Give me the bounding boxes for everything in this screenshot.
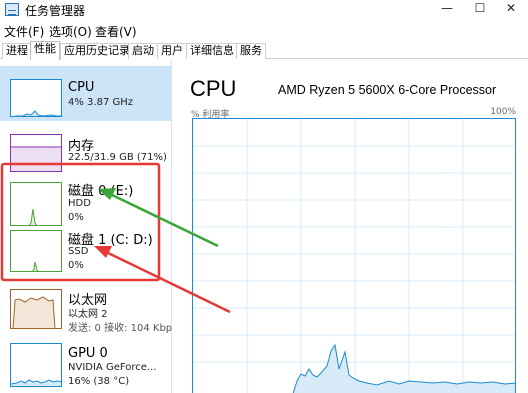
title-bar: 任务管理器 — ☐ ✕ [0,0,528,20]
processor-name: AMD Ryzen 5 5600X 6-Core Processor [278,83,497,97]
minimize-button[interactable]: — [432,0,462,18]
tab-startup[interactable]: 启动 [128,43,158,59]
sidebar-item-title: 磁盘 0 (E:) [68,184,134,199]
sidebar-item-detail: 0% [68,212,84,223]
cpu-utilization-graph [192,118,516,393]
sidebar-item-disk-1[interactable]: 磁盘 1 (C: D:) SSD 0% [0,228,171,286]
menu-bar: 文件(F) 选项(O) 查看(V) [0,21,528,39]
sidebar-item-gpu-0[interactable]: GPU 0 NVIDIA GeForce... 16% (38 °C) [0,338,171,393]
disk-1-thumbnail-graph [10,230,62,272]
utilization-axis-max: 100% [490,107,516,117]
page-title: CPU [190,76,237,101]
maximize-button[interactable]: ☐ [465,0,495,18]
gpu-thumbnail-graph [10,343,62,387]
tab-users[interactable]: 用户 [157,43,187,59]
performance-sidebar: CPU 4% 3.87 GHz 内存 22.5/31.9 GB (71%) 磁盘… [0,60,172,393]
sidebar-item-type: HDD [68,198,91,209]
sidebar-item-memory[interactable]: 内存 22.5/31.9 GB (71%) [0,121,171,176]
sidebar-item-detail: 22.5/31.9 GB (71%) [68,152,167,163]
sidebar-item-ethernet[interactable]: 以太网 以太网 2 发送: 0 接收: 104 Kbp [0,284,173,339]
sidebar-item-detail: 发送: 0 接收: 104 Kbp [68,323,173,334]
disk-0-thumbnail-graph [10,182,62,226]
window-title: 任务管理器 [25,4,86,18]
sidebar-item-adapter: NVIDIA GeForce... [68,362,157,373]
sidebar-item-disk-0[interactable]: 磁盘 0 (E:) HDD 0% [0,170,171,228]
sidebar-item-title: CPU [68,80,95,95]
sidebar-item-detail: 4% 3.87 GHz [68,97,134,108]
sidebar-item-type: SSD [68,246,89,257]
tab-bar: 进程 性能 应用历史记录 启动 用户 详细信息 服务 [0,41,528,60]
menu-options[interactable]: 选项(O) [49,23,92,40]
tab-details[interactable]: 详细信息 [186,43,238,59]
sidebar-item-detail: 0% [68,260,84,271]
tab-performance[interactable]: 性能 [30,41,60,60]
sidebar-item-adapter: 以太网 2 [68,309,108,320]
memory-thumbnail-graph [10,134,62,172]
menu-view[interactable]: 查看(V) [95,23,137,40]
tab-app-history[interactable]: 应用历史记录 [60,43,134,59]
sidebar-item-cpu[interactable]: CPU 4% 3.87 GHz [0,66,171,121]
sidebar-item-detail: 16% (38 °C) [68,376,130,387]
ethernet-thumbnail-graph [10,289,62,329]
tab-processes[interactable]: 进程 [2,43,32,59]
close-button[interactable]: ✕ [496,0,526,18]
sidebar-item-title: GPU 0 [68,346,108,361]
cpu-thumbnail-graph [10,79,62,117]
task-manager-icon [5,3,19,16]
menu-file[interactable]: 文件(F) [4,23,44,40]
tab-services[interactable]: 服务 [236,43,266,59]
